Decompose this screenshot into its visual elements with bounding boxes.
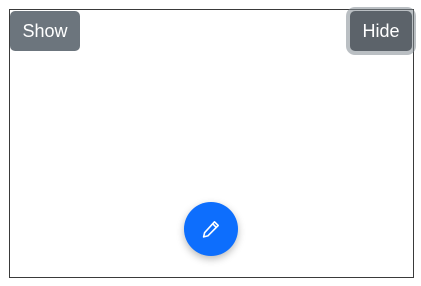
edit-fab-button[interactable] — [184, 202, 238, 256]
pencil-icon — [201, 219, 221, 239]
show-button[interactable]: Show — [10, 11, 80, 51]
content-frame: Show Hide — [9, 9, 414, 278]
hide-button[interactable]: Hide — [350, 11, 412, 51]
